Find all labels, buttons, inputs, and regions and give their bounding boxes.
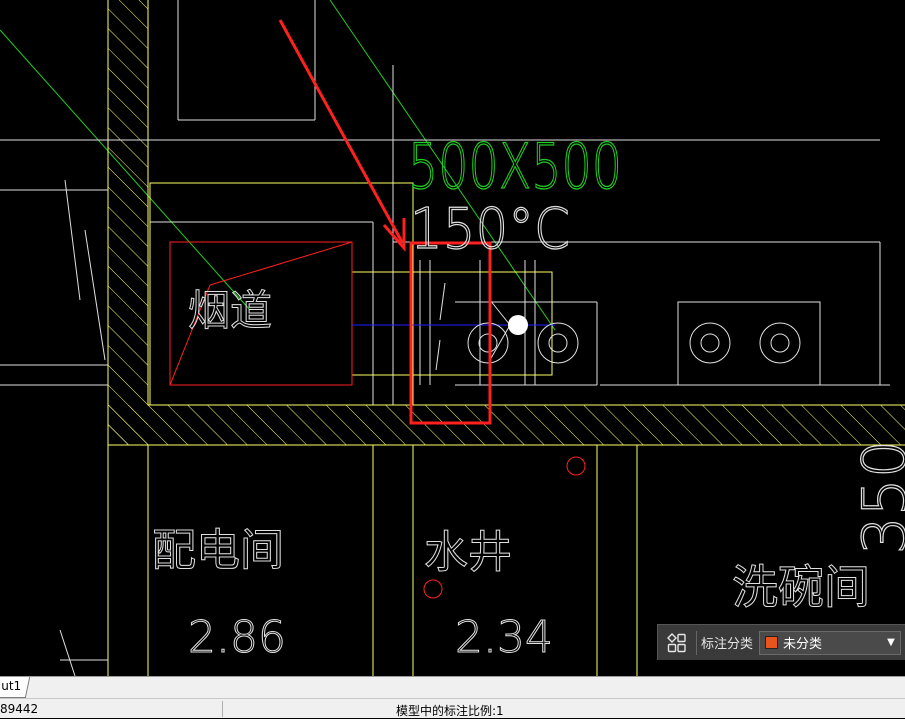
room-label-well: 水井 [424, 527, 512, 578]
fixture-circles [435, 282, 821, 386]
coordinate-readout: 89442 [0, 702, 39, 716]
annotation-category-label: 标注分类 [701, 637, 754, 652]
grid-icon[interactable] [662, 628, 692, 658]
room-label-power: 配电间 [152, 525, 284, 576]
dimension-label: 500X500 [408, 130, 622, 203]
status-separator [222, 701, 223, 717]
wall-column-left [107, 0, 149, 676]
room-label-dish: 洗碗间 [732, 560, 870, 614]
layout-tab-bar: ut1 [0, 676, 905, 698]
annotation-category-panel: 标注分类 未分类 ▼ [657, 624, 905, 660]
chevron-down-icon[interactable]: ▼ [882, 637, 900, 648]
status-bar: 89442 模型中的标注比例:1 [0, 698, 905, 718]
selected-category: 未分类 [783, 637, 823, 652]
panel-separator [696, 630, 697, 655]
room-value-power: 2.86 [188, 612, 286, 663]
category-color-swatch [765, 636, 779, 649]
temperature-label: 150°C [410, 197, 570, 262]
tab-layout1[interactable]: ut1 [0, 677, 31, 698]
flue-label: 烟道 [188, 286, 272, 335]
wall-horizontal [108, 404, 905, 446]
room-value-well: 2.34 [455, 612, 553, 663]
annotation-scale-status[interactable]: 模型中的标注比例:1 [396, 702, 504, 719]
snap-point[interactable] [508, 315, 528, 335]
cad-drawing-canvas[interactable]: 500X500 150°C 烟道 配电间 2.86 水井 2.34 洗碗间 35… [0, 0, 905, 676]
partial-dimension-number: 350 [850, 440, 905, 555]
annotation-category-dropdown[interactable]: 未分类 ▼ [759, 630, 901, 655]
